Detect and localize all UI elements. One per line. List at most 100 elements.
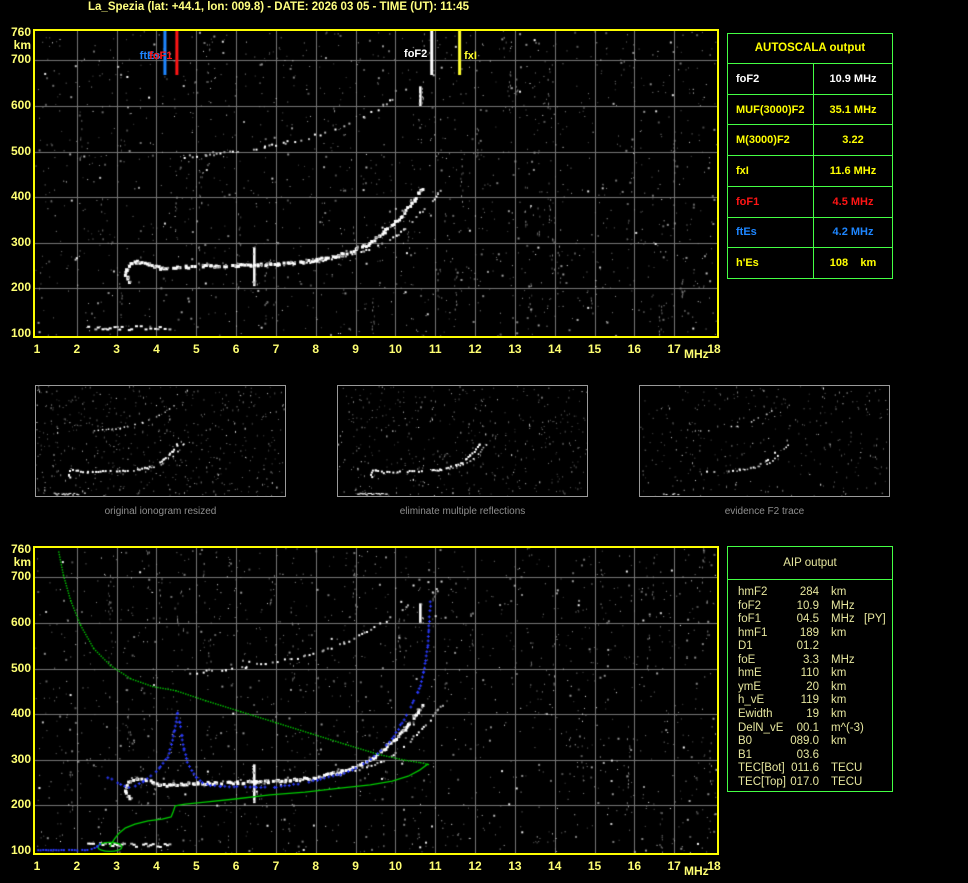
main-ionogram-canvas: [35, 31, 717, 336]
aip-param-name: B0: [738, 735, 752, 748]
x-tick-label: 8: [305, 860, 327, 872]
x-tick-label: 4: [145, 860, 167, 872]
aip-param-name: TEC[Top]: [738, 776, 786, 789]
autoscala-param-name: h'Es: [728, 248, 814, 278]
autoscala-row-muf3000f2: MUF(3000)F235.1 MHz: [728, 94, 892, 125]
aip-param-value: 284: [780, 586, 819, 599]
x-tick-label: 5: [185, 860, 207, 872]
x-tick-label: 14: [544, 860, 566, 872]
aip-row-hmf2: hmF2 284 km: [728, 586, 892, 599]
aip-param-value: 00.1: [780, 722, 819, 735]
aip-param-name: B1: [738, 749, 752, 762]
autoscala-row-fof1: foF14.5 MHz: [728, 186, 892, 217]
autoscala-param-value: 35.1 MHz: [814, 95, 892, 125]
thumbnail-f2-trace: [639, 385, 890, 497]
aip-param-unit: km: [831, 708, 846, 721]
y-tick-label: 200: [2, 281, 31, 293]
aip-param-value: 10.9: [780, 600, 819, 613]
x-tick-label: 17: [663, 343, 685, 355]
aip-param-value: 011.6: [780, 762, 819, 775]
aip-param-unit: km: [831, 694, 846, 707]
aip-row-hme: hmE110km: [728, 667, 892, 680]
x-tick-label: 2: [66, 860, 88, 872]
y-axis-unit-label: km: [2, 39, 31, 51]
autoscala-row-fof2: foF210.9 MHz: [728, 63, 892, 94]
aip-param-name: hmF2: [738, 586, 767, 599]
autoscala-row-fxi: fxI11.6 MHz: [728, 155, 892, 186]
thumbnail-reflections-canvas: [338, 386, 587, 496]
aip-param-name: ymE: [738, 681, 761, 694]
aip-param-unit: km: [831, 586, 846, 599]
aip-param-unit: TECU: [831, 776, 862, 789]
x-tick-label: 11: [424, 343, 446, 355]
aip-param-value: 110: [780, 667, 819, 680]
aip-row-b0: B0089.0km: [728, 735, 892, 748]
y-tick-label: 700: [2, 53, 31, 65]
x-tick-label: 10: [384, 860, 406, 872]
x-tick-label: 16: [623, 860, 645, 872]
aip-param-unit: km: [831, 681, 846, 694]
aip-param-value: 03.6: [780, 749, 819, 762]
aip-row-d1: D101.2: [728, 640, 892, 653]
aip-param-value: 04.5: [780, 613, 819, 626]
aip-param-name: D1: [738, 640, 753, 653]
autoscala-panel-title: AUTOSCALA output: [728, 34, 892, 63]
aip-row-fof1: foF104.5MHz[PY]: [728, 613, 892, 626]
aip-param-value: 017.0: [780, 776, 819, 789]
aip-row-hve: h_vE119km: [728, 694, 892, 707]
thumbnail-caption-reflections: eliminate multiple reflections: [337, 506, 588, 517]
y-tick-label: 400: [2, 190, 31, 202]
aip-param-name: foF2: [738, 600, 761, 613]
thumbnail-multiple-reflections: [337, 385, 588, 497]
autoscala-param-value: 11.6 MHz: [814, 156, 892, 186]
aip-param-name: foF1: [738, 613, 761, 626]
x-tick-label: 10: [384, 343, 406, 355]
y-tick-label: 600: [2, 616, 31, 628]
autoscala-param-value: 10.9 MHz: [814, 64, 892, 94]
foF2-marker-label: foF2: [404, 49, 427, 60]
aip-row-tecbot: TEC[Bot]011.6TECU: [728, 762, 892, 775]
aip-param-name: foE: [738, 654, 755, 667]
aip-row-ewidth: Ewidth19km: [728, 708, 892, 721]
x-tick-label: 13: [504, 860, 526, 872]
x-tick-label: 5: [185, 343, 207, 355]
y-tick-label: 600: [2, 99, 31, 111]
aip-row-hmf1: hmF1189km: [728, 627, 892, 640]
x-tick-label: 4: [145, 343, 167, 355]
x-axis-unit-label: MHz: [684, 865, 709, 877]
autoscala-param-value: 4.2 MHz: [814, 218, 892, 248]
aip-panel-title: AIP output: [728, 547, 892, 580]
x-tick-label: 8: [305, 343, 327, 355]
aip-param-value: 089.0: [780, 735, 819, 748]
x-tick-label: 6: [225, 860, 247, 872]
y-axis-unit-label: km: [2, 556, 31, 568]
x-tick-label: 11: [424, 860, 446, 872]
x-tick-label: 15: [584, 343, 606, 355]
aip-rows: hmF2284kmfoF210.9MHzfoF104.5MHz[PY]hmF11…: [728, 584, 892, 791]
aip-param-value: 20: [780, 681, 819, 694]
autoscala-param-value: 4.5 MHz: [814, 187, 892, 217]
x-tick-label: 7: [265, 343, 287, 355]
aip-param-unit: MHz: [831, 613, 855, 626]
aip-row-foe: foE3.3MHz: [728, 654, 892, 667]
x-tick-label: 12: [464, 343, 486, 355]
x-tick-label: 12: [464, 860, 486, 872]
x-tick-label: 14: [544, 343, 566, 355]
y-tick-label: 760: [2, 26, 31, 38]
y-tick-label: 760: [2, 543, 31, 555]
autoscala-param-name: MUF(3000)F2: [728, 95, 814, 125]
foF1-marker-label: foF1: [149, 51, 172, 62]
y-tick-label: 500: [2, 145, 31, 157]
aip-param-unit: km: [831, 627, 846, 640]
autoscala-param-name: foF2: [728, 64, 814, 94]
autoscala-output-panel: AUTOSCALA output foF210.9 MHzMUF(3000)F2…: [727, 33, 893, 279]
aip-row-fof2: foF210.9MHz: [728, 600, 892, 613]
x-tick-label: 1: [26, 860, 48, 872]
x-tick-label: 16: [623, 343, 645, 355]
fxI-marker-label: fxI: [464, 51, 477, 62]
aip-row-tectop: TEC[Top]017.0 TECU: [728, 776, 892, 789]
x-tick-label: 13: [504, 343, 526, 355]
x-tick-label: 3: [106, 860, 128, 872]
x-tick-label: 1: [26, 343, 48, 355]
x-tick-label: 3: [106, 343, 128, 355]
